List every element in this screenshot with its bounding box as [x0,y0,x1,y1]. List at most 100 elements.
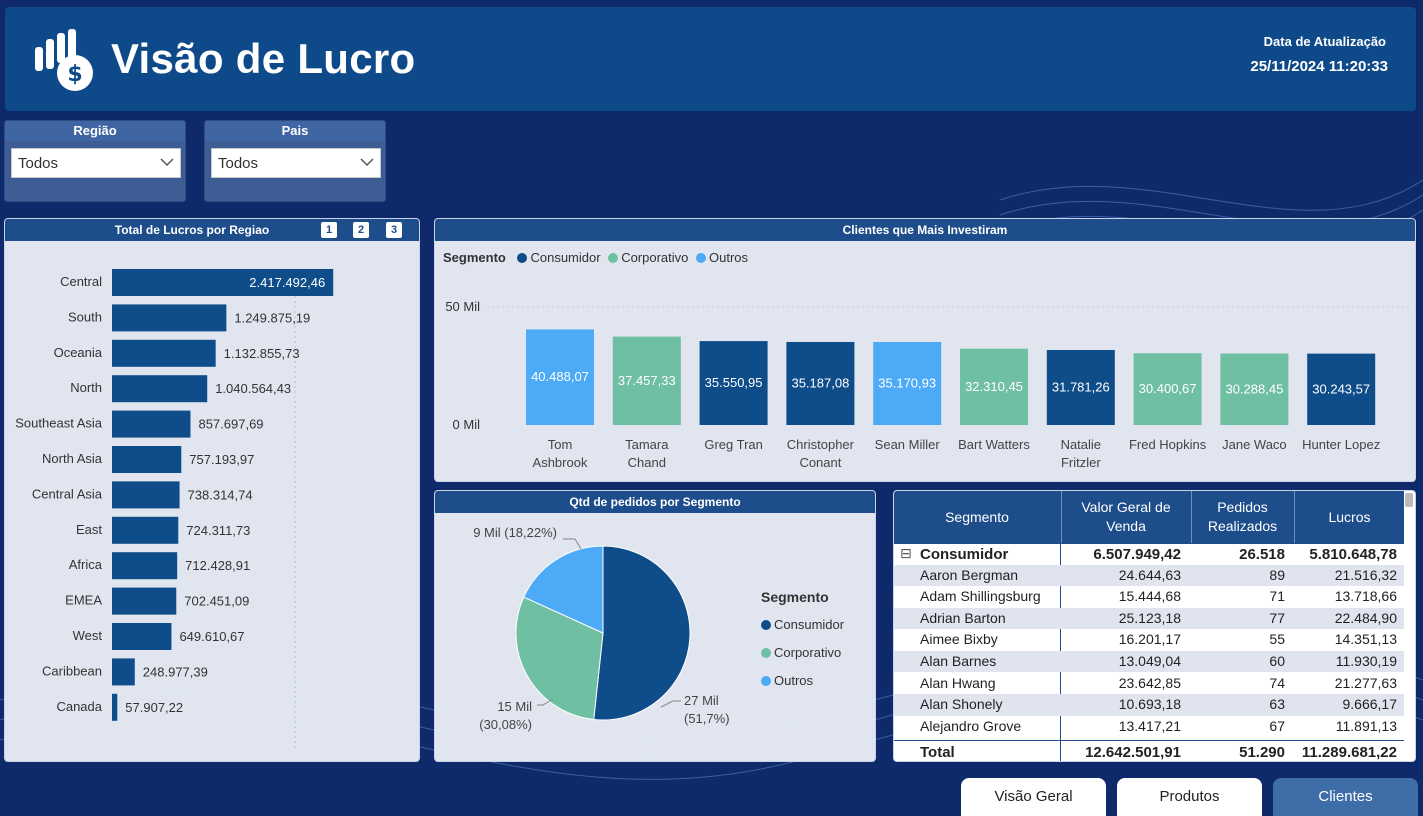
client-value-label: 30.243,57 [1312,381,1370,396]
lucros-cell: 11.891,13 [1335,717,1397,734]
lucros-cell: 21.516,32 [1334,566,1397,583]
lucros-cell: 21.277,63 [1334,674,1397,691]
region-value-label: 857.697,69 [198,417,263,432]
region-bar[interactable] [112,304,227,332]
x-tick-label: 2 Mi [283,759,308,761]
region-value-label: 702.451,09 [184,594,249,609]
pie-legend-consumidor[interactable]: Consumidor [761,611,844,639]
region-label: Central [60,274,102,289]
chevron-down-icon [360,158,374,167]
table-row[interactable]: Alejandro Grove 13.417,21 67 11.891,13 [894,716,1404,737]
clients-chart-title: Clientes que Mais Investiram [435,219,1415,241]
region-label: East [76,522,102,537]
header-bar: $ Visão de Lucro Data de Atualização 25/… [5,7,1416,111]
segment-matrix-table: Segmento Valor Geral de Venda Pedidos Re… [893,490,1416,762]
col-valor-header[interactable]: Valor Geral de Venda [1061,491,1190,543]
col-pedidos-header[interactable]: Pedidos Realizados [1191,491,1293,543]
client-name-label: Chand [628,455,666,470]
valor-cell: 13.049,04 [1118,653,1181,669]
region-bar[interactable] [112,410,191,438]
client-value-label: 35.170,93 [878,375,936,390]
drill-level-2-button[interactable]: 2 [353,222,369,238]
table-row[interactable]: Alan Barnes 13.049,04 60 11.930,19 [894,651,1404,673]
group-valor: 6.507.949,42 [1093,546,1181,563]
leader-line [660,700,681,708]
region-label: West [73,628,103,643]
region-value-label: 57.907,22 [125,700,183,715]
table-row[interactable]: Adrian Barton 25.123,18 77 22.484,90 [894,607,1404,630]
drill-level-3-button[interactable]: 3 [386,222,402,238]
client-name-label: Conant [799,455,841,470]
region-value-label: 2.417.492,46 [249,275,325,290]
update-label: Data de Atualização [1263,34,1386,49]
region-value-label: 712.428,91 [185,558,250,573]
x-tick-label: 0 Mi [100,759,125,761]
region-bar[interactable] [112,446,182,473]
region-bar[interactable] [112,658,135,686]
region-value-label: 757.193,97 [189,452,254,467]
table-row[interactable]: Alan Shonely 10.693,18 63 9.666,17 [894,694,1404,716]
client-value-label: 32.310,45 [965,379,1023,394]
lucros-cell: 14.351,13 [1334,631,1397,648]
page-title: Visão de Lucro [111,35,416,82]
client-name-label: Fritzler [1061,455,1101,470]
pedidos-cell: 71 [1269,588,1285,605]
nav-visao-geral-button[interactable]: Visão Geral [961,778,1106,816]
region-bar[interactable] [112,552,178,580]
slicer-regiao: Região Todos [4,120,186,202]
region-bar[interactable] [112,623,172,650]
pedidos-cell: 55 [1269,631,1285,648]
regiao-dropdown[interactable]: Todos [11,148,181,178]
region-value-label: 649.610,67 [179,629,244,644]
pie-legend-corporativo[interactable]: Corporativo [761,639,844,667]
table-row[interactable]: Aimee Bixby 16.201,17 55 14.351,13 [894,629,1404,650]
region-bar[interactable] [112,587,177,615]
client-value-label: 30.288,45 [1225,381,1283,396]
region-label: North [70,380,102,395]
lucros-cell: 22.484,90 [1334,609,1397,626]
nav-produtos-button[interactable]: Produtos [1117,778,1262,816]
regiao-dropdown-value: Todos [18,155,59,172]
collapse-toggle-icon[interactable]: ⊟ [900,545,912,562]
client-value-label: 37.457,33 [618,373,676,388]
pais-dropdown[interactable]: Todos [211,148,381,178]
customer-name: Adrian Barton [920,609,1006,626]
region-bar[interactable] [112,375,208,403]
nav-clientes-button[interactable]: Clientes [1273,778,1418,816]
table-row[interactable]: Aaron Bergman 24.644,63 89 21.516,32 [894,564,1404,586]
client-name-label: Fred Hopkins [1129,437,1207,452]
scrollbar-thumb[interactable] [1405,493,1413,507]
group-pedidos: 26.518 [1239,546,1285,563]
region-label: Caribbean [42,663,102,678]
region-label: Southeast Asia [15,416,102,431]
valor-cell: 16.201,17 [1118,631,1181,648]
valor-cell: 10.693,18 [1118,696,1181,713]
table-row[interactable]: Adam Shillingsburg 15.444,68 71 13.718,66 [894,586,1404,607]
region-profit-chart: Total de Lucros por Regiao 1 2 3 Central… [4,218,420,762]
pie-legend-title: Segmento [761,589,829,605]
pie-slice[interactable] [593,545,691,721]
client-value-label: 31.781,26 [1052,379,1110,394]
valor-cell: 23.642,85 [1118,674,1181,691]
table-row-group[interactable]: ⊟ Consumidor 6.507.949,42 26.518 5.810.6… [894,543,1404,564]
total-valor: 12.642.501,91 [1085,744,1181,761]
table-row[interactable]: Alan Hwang 23.642,85 74 21.277,63 [894,673,1404,694]
pie-legend-outros[interactable]: Outros [761,667,844,695]
pie-label: 27 Mil [684,693,719,708]
table-row-total: Total 12.642.501,91 51.290 11.289.681,22 [894,740,1404,761]
region-bar[interactable] [112,339,216,367]
region-bar[interactable] [112,693,118,721]
pedidos-cell: 77 [1269,609,1285,626]
update-timestamp: 25/11/2024 11:20:33 [1250,58,1388,75]
pie-legend-label: Consumidor [774,617,845,632]
pie-chart-title: Qtd de pedidos por Segmento [435,491,875,513]
region-bar[interactable] [112,516,179,544]
col-segmento-header[interactable]: Segmento [894,491,1060,543]
region-bar[interactable] [112,481,180,509]
pedidos-cell: 67 [1269,717,1285,734]
y-tick-label: 50 Mil [445,299,480,314]
customer-name: Alejandro Grove [920,717,1022,734]
drill-level-1-button[interactable]: 1 [321,222,337,238]
region-label: Oceania [54,345,103,360]
col-lucros-header[interactable]: Lucros [1294,491,1404,543]
